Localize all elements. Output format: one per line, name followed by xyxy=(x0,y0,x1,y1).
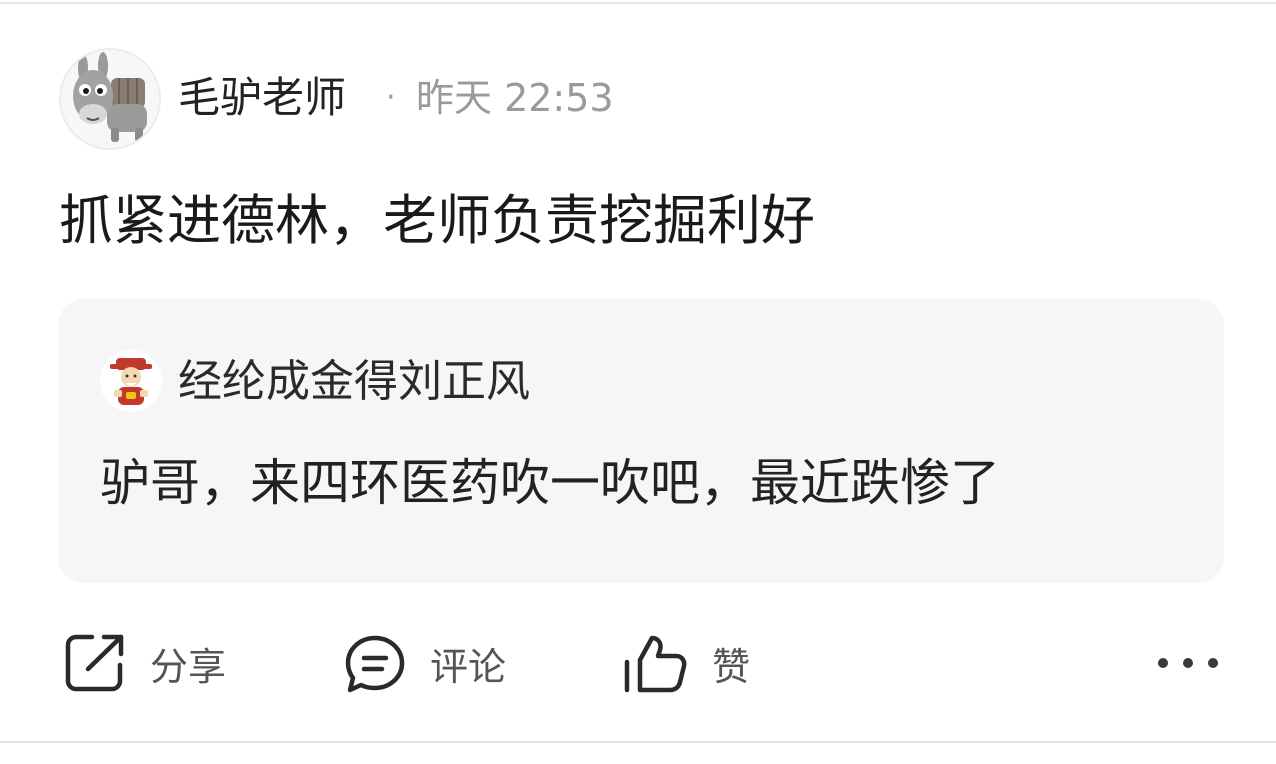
top-divider xyxy=(0,2,1276,4)
more-dot xyxy=(1208,658,1218,668)
author-avatar[interactable] xyxy=(59,48,161,150)
bottom-divider xyxy=(0,741,1276,743)
like-button[interactable]: 赞 xyxy=(622,628,750,698)
fortune-god-avatar-icon xyxy=(110,358,152,405)
share-button[interactable]: 分享 xyxy=(64,628,226,698)
share-label: 分享 xyxy=(150,644,227,689)
more-icon[interactable] xyxy=(1158,648,1218,678)
comment-button[interactable]: 评论 xyxy=(344,628,506,698)
post-content: 抓紧进德林，老师负责挖掘利好 xyxy=(59,189,815,252)
comment-label: 评论 xyxy=(430,644,507,689)
quoted-author-avatar[interactable] xyxy=(100,350,162,412)
donkey-avatar-icon xyxy=(73,52,147,142)
share-icon xyxy=(65,634,124,692)
meta-separator: · xyxy=(386,80,396,115)
author-name[interactable]: 毛驴老师 xyxy=(178,72,346,124)
like-label: 赞 xyxy=(712,644,751,689)
more-dot xyxy=(1183,658,1193,668)
thumbs-up-icon xyxy=(624,635,687,693)
quoted-post[interactable]: 经纶成金得刘正风 驴哥，来四环医药吹一吹吧，最近跌惨了 xyxy=(58,299,1224,583)
quoted-content: 驴哥，来四环医药吹一吹吧，最近跌惨了 xyxy=(100,454,1000,512)
post-time: 昨天 22:53 xyxy=(416,76,614,120)
quoted-author-name[interactable]: 经纶成金得刘正风 xyxy=(178,354,530,410)
more-dot xyxy=(1158,658,1168,668)
comment-icon xyxy=(345,635,405,693)
